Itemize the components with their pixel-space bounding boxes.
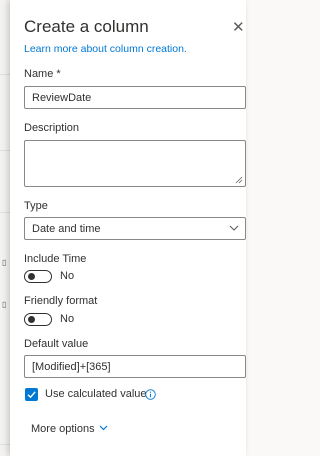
background-divider <box>0 212 10 213</box>
include-time-toggle[interactable] <box>24 270 52 283</box>
learn-more-link[interactable]: Learn more about column creation. <box>24 43 187 55</box>
type-label: Type <box>24 200 48 212</box>
background-divider <box>0 444 10 445</box>
chevron-down-icon[interactable] <box>99 425 108 431</box>
resize-handle-icon[interactable] <box>235 176 243 184</box>
use-calculated-label[interactable]: Use calculated value <box>45 388 147 400</box>
create-column-panel: Create a column ✕ Learn more about colum… <box>10 0 246 456</box>
background-marker: ▯ <box>2 258 7 267</box>
close-icon[interactable]: ✕ <box>232 20 245 36</box>
chevron-down-icon <box>229 225 239 231</box>
friendly-format-toggle[interactable] <box>24 313 52 326</box>
name-input[interactable]: ReviewDate <box>24 86 246 109</box>
more-options-button[interactable]: More options <box>31 423 95 435</box>
default-value-label: Default value <box>24 338 89 350</box>
include-time-state: No <box>60 270 75 282</box>
background-marker: ▯ <box>2 300 7 309</box>
default-value-input[interactable]: [Modified]+[365] <box>24 355 246 378</box>
type-selected-value: Date and time <box>32 223 101 235</box>
toggle-knob <box>28 316 35 323</box>
background-divider <box>0 150 10 151</box>
friendly-format-state: No <box>60 313 75 325</box>
name-label: Name * <box>24 68 61 80</box>
description-textarea[interactable] <box>24 140 246 187</box>
use-calculated-checkbox[interactable] <box>25 388 38 401</box>
type-dropdown[interactable]: Date and time <box>24 217 246 240</box>
friendly-format-label: Friendly format <box>24 295 98 307</box>
panel-title: Create a column <box>24 17 149 36</box>
toggle-knob <box>28 273 35 280</box>
background-divider <box>0 74 10 75</box>
checkmark-icon <box>27 391 36 399</box>
info-icon[interactable] <box>145 389 156 400</box>
include-time-label: Include Time <box>24 253 87 265</box>
description-label: Description <box>24 122 80 134</box>
